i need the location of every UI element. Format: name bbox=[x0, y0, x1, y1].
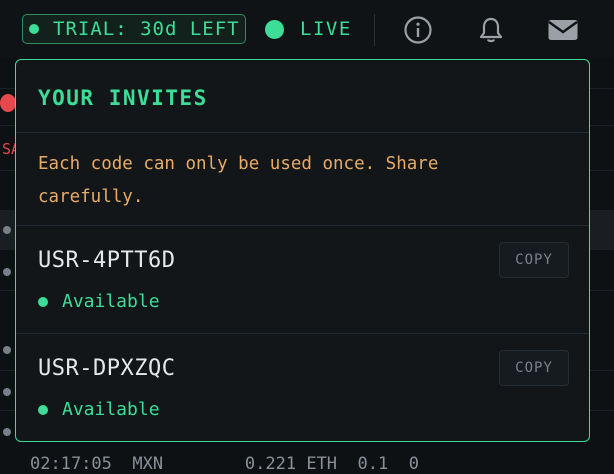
bg-bottom-row: 02:17:05 MXN 0.221 ETH 0.1 0 bbox=[30, 454, 419, 474]
copy-button[interactable]: COPY bbox=[499, 350, 569, 386]
info-button[interactable] bbox=[402, 14, 434, 46]
invite-code: USR-DPXZQC bbox=[38, 356, 176, 381]
bg-row-bullet bbox=[3, 226, 11, 234]
mail-icon bbox=[548, 20, 578, 40]
messages-button[interactable] bbox=[547, 14, 579, 46]
invite-status: Available bbox=[38, 291, 160, 312]
invite-status: Available bbox=[38, 399, 160, 420]
copy-button[interactable]: COPY bbox=[499, 242, 569, 278]
live-label: LIVE bbox=[300, 18, 352, 40]
popover-divider bbox=[16, 132, 589, 133]
invite-item: USR-4PTT6D COPY Available bbox=[16, 226, 589, 334]
status-dot bbox=[38, 404, 48, 415]
notifications-button[interactable] bbox=[475, 14, 507, 46]
bg-row-bullet bbox=[3, 346, 11, 354]
top-bar: TRIAL: 30d LEFT LIVE bbox=[0, 0, 614, 58]
bg-alert-dot bbox=[0, 94, 16, 112]
live-dot bbox=[265, 19, 284, 39]
trial-label: TRIAL: 30d LEFT bbox=[53, 18, 240, 40]
bg-row-bullet bbox=[3, 428, 11, 436]
invite-item: USR-DPXZQC COPY Available bbox=[16, 334, 589, 441]
status-dot bbox=[38, 296, 48, 307]
live-indicator: LIVE bbox=[265, 18, 352, 40]
invites-popover: YOUR INVITES Each code can only be used … bbox=[15, 59, 590, 442]
invite-warning: Each code can only be used once. Share c… bbox=[38, 154, 439, 207]
invite-status-label: Available bbox=[62, 399, 160, 420]
bg-row-bullet bbox=[3, 388, 11, 396]
bell-icon bbox=[479, 17, 503, 43]
bg-row-bullet bbox=[3, 268, 11, 276]
invite-status-label: Available bbox=[62, 291, 160, 312]
trial-status-dot bbox=[29, 24, 39, 34]
trial-badge[interactable]: TRIAL: 30d LEFT bbox=[22, 14, 246, 44]
info-icon bbox=[404, 16, 432, 44]
header-divider bbox=[374, 14, 375, 46]
invite-code: USR-4PTT6D bbox=[38, 248, 176, 273]
popover-title: YOUR INVITES bbox=[38, 86, 208, 110]
